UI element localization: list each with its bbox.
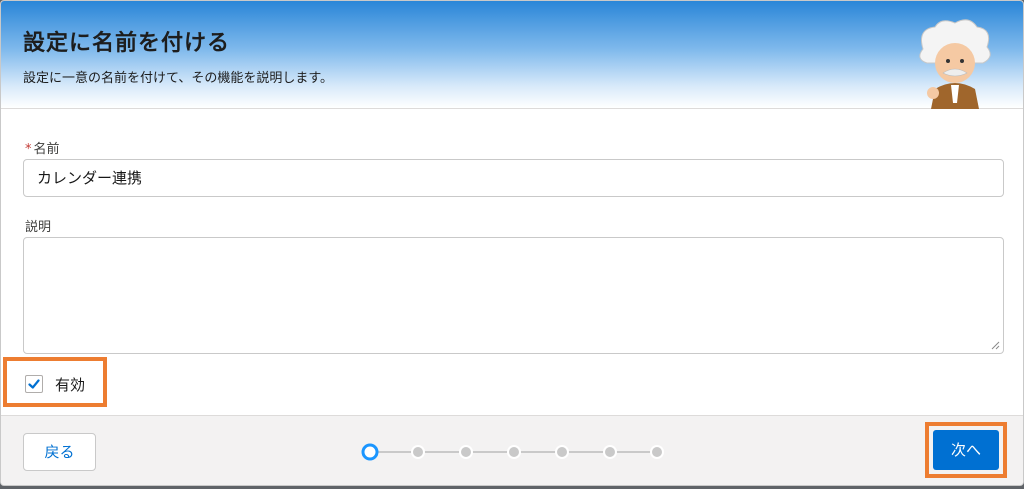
- description-textarea[interactable]: [23, 237, 1004, 354]
- progress-step[interactable]: [507, 445, 521, 459]
- setup-modal: 設定に名前を付ける 設定に一意の名前を付けて、その機能を説明します。 * 名前 カ…: [0, 0, 1024, 486]
- progress-step[interactable]: [603, 445, 617, 459]
- name-label-text: 名前: [33, 142, 60, 157]
- enabled-highlight: 有効: [3, 357, 107, 407]
- enabled-checkbox[interactable]: [25, 375, 43, 393]
- name-field-label: * 名前: [25, 138, 60, 157]
- back-button[interactable]: 戻る: [23, 433, 96, 471]
- required-marker: *: [25, 142, 32, 157]
- modal-footer: 戻る 次へ: [1, 415, 1023, 485]
- modal-header: 設定に名前を付ける 設定に一意の名前を付けて、その機能を説明します。: [1, 1, 1023, 109]
- progress-step[interactable]: [411, 445, 425, 459]
- page-title: 設定に名前を付ける: [23, 31, 231, 56]
- progress-indicator: [361, 443, 664, 461]
- progress-step[interactable]: [459, 445, 473, 459]
- next-highlight: 次へ: [925, 422, 1007, 478]
- description-field-label: 説明: [25, 220, 52, 235]
- progress-step[interactable]: [650, 445, 664, 459]
- enabled-label: 有効: [55, 376, 86, 394]
- progress-step-current[interactable]: [361, 443, 379, 461]
- page-subtitle: 設定に一意の名前を付けて、その機能を説明します。: [23, 71, 334, 86]
- name-input[interactable]: カレンダー連携: [23, 159, 1004, 197]
- progress-step[interactable]: [555, 445, 569, 459]
- next-button[interactable]: 次へ: [933, 430, 999, 470]
- checkmark-icon: [28, 379, 40, 389]
- mascot-icon: [919, 19, 991, 109]
- resize-grip-icon[interactable]: [991, 341, 1000, 350]
